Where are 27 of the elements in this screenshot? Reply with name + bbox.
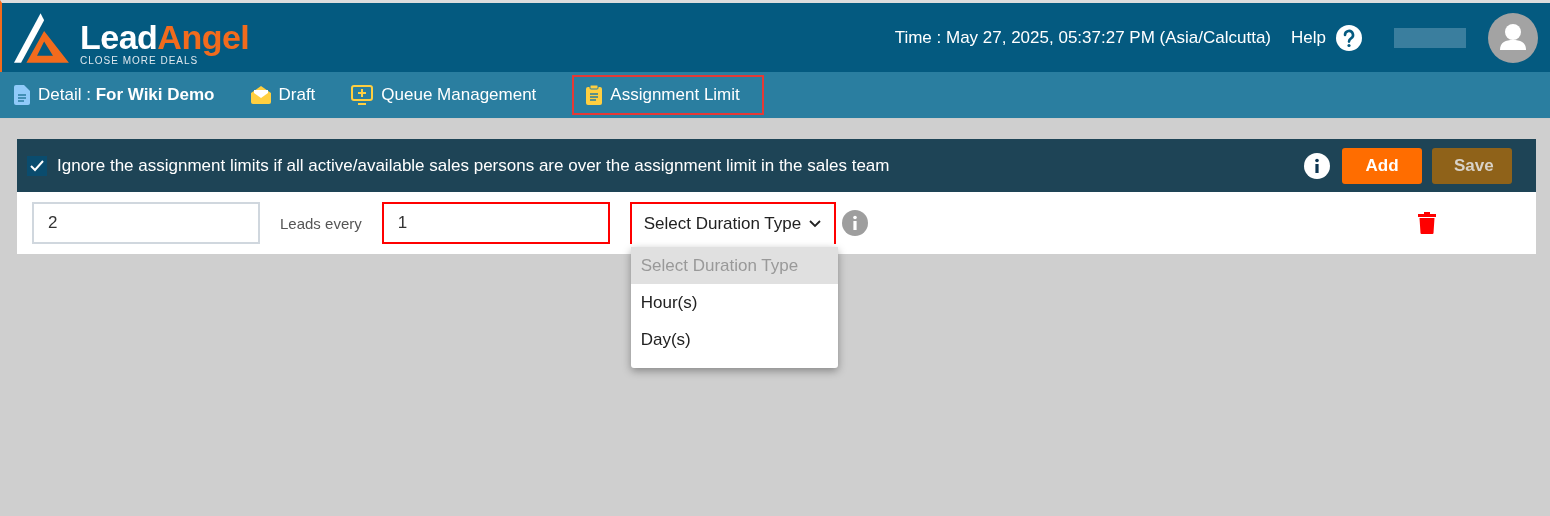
clipboard-icon [586, 85, 603, 105]
count-field[interactable]: 2 [32, 202, 260, 244]
help-icon[interactable] [1336, 24, 1362, 51]
interval-field[interactable]: 1 [381, 202, 610, 244]
redaction-bar [1394, 27, 1466, 48]
nav-tab[interactable]: Detail : For Wiki Demo [14, 77, 227, 113]
dropdown-option[interactable]: Day(s) [630, 321, 838, 358]
trash-icon[interactable] [1417, 212, 1436, 234]
nav-tab[interactable]: Assignment Limit [572, 75, 764, 115]
checkbox[interactable] [27, 155, 47, 176]
envelope-icon [250, 86, 271, 104]
logo-tagline: CLOSE MORE DEALS [80, 54, 199, 66]
add-button[interactable]: Add [1342, 147, 1422, 184]
document-icon [14, 85, 30, 105]
chevron-icon [809, 220, 822, 228]
duration-dropdown[interactable]: Select Duration Type [629, 202, 836, 244]
time-text: Time : May 27, 2025, 05:37:27 PM (Asia/Calcutta) [894, 27, 1272, 48]
avatar-icon[interactable] [1488, 12, 1538, 63]
leads-label: Leads every [280, 214, 362, 232]
plus-monitor-icon [351, 85, 374, 105]
help-link[interactable]: Help [1291, 27, 1326, 48]
nav-tab[interactable]: Draft [250, 77, 328, 113]
nav-tab[interactable]: Queue Management [351, 77, 549, 113]
checkbox-label: Ignore the assignment limits if all active/available sales persons are over the assignment limit in the sales team [57, 155, 891, 176]
logo-name: LeadAngel [80, 18, 250, 55]
dropdown-option[interactable]: Hour(s) [630, 284, 838, 321]
info-icon[interactable] [1304, 152, 1330, 179]
